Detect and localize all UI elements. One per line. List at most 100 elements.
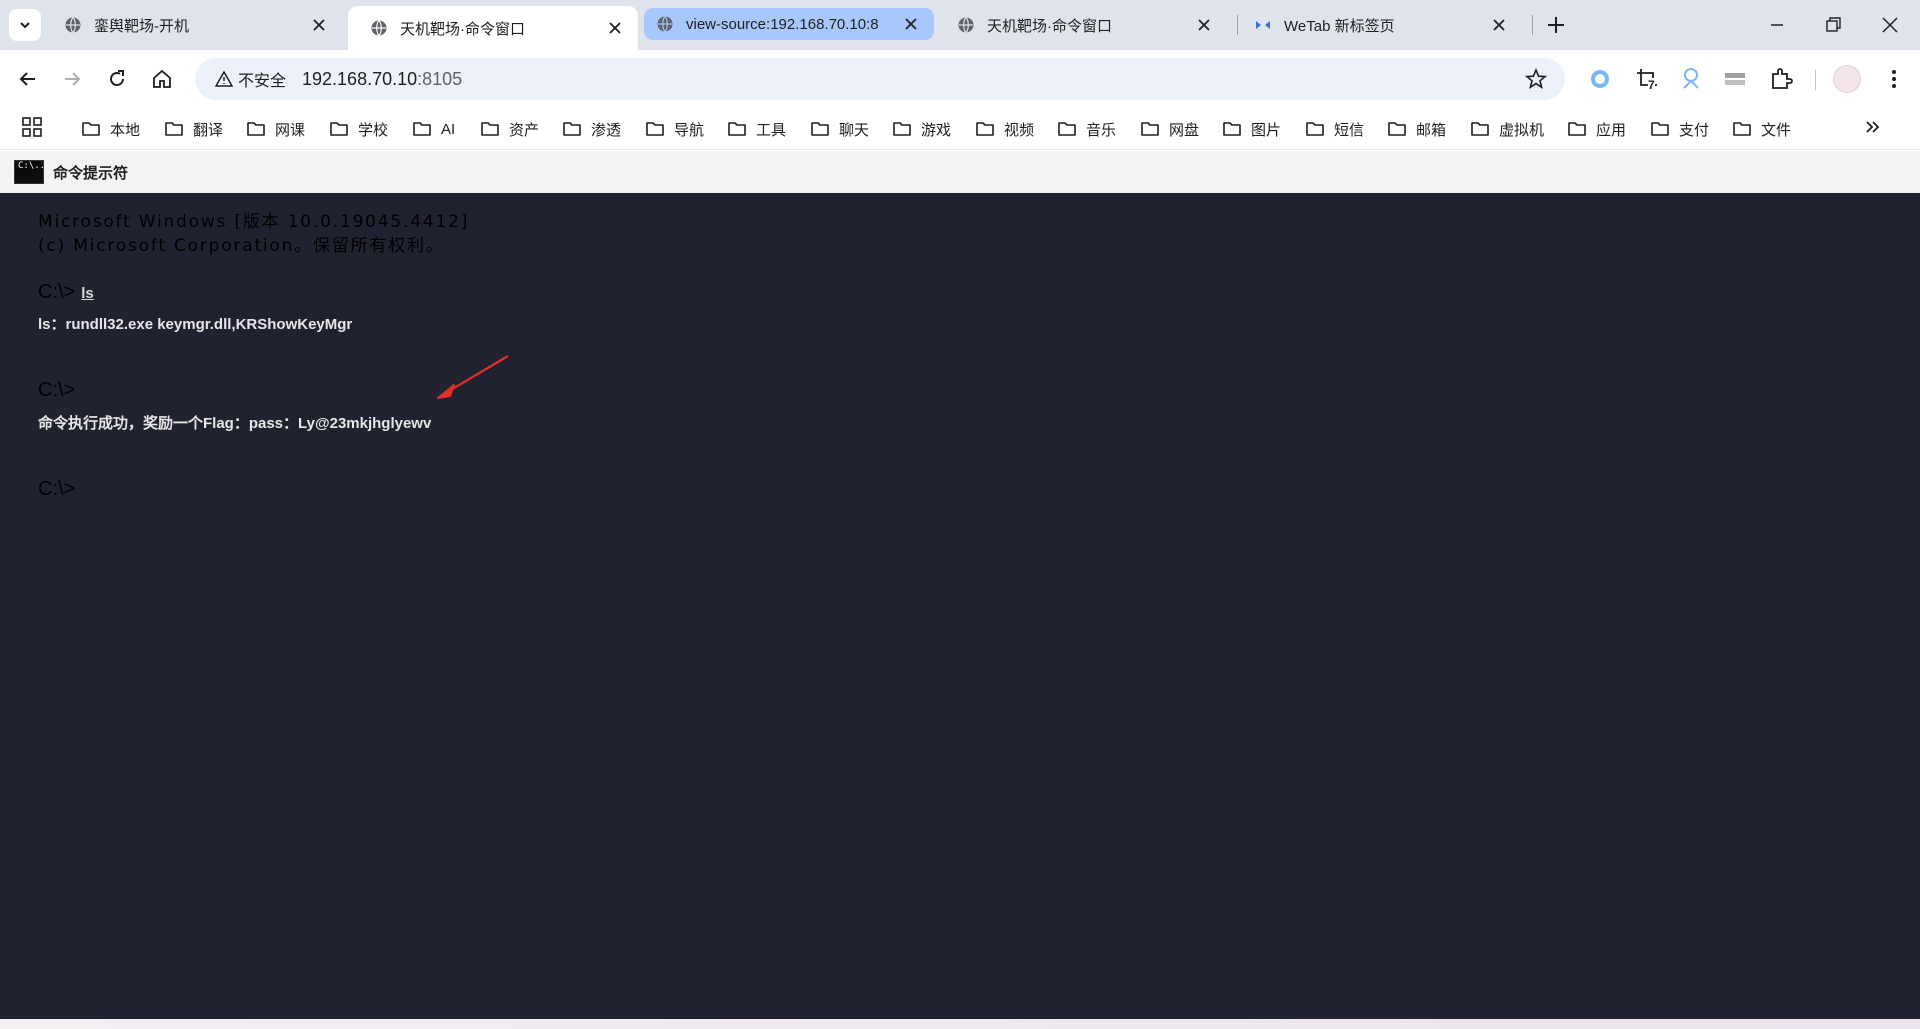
bookmark-video[interactable]: 视频 [975, 115, 1034, 143]
globe-icon [65, 17, 81, 33]
bookmark-label: 图片 [1251, 121, 1282, 139]
reload-icon[interactable] [104, 66, 130, 92]
bookmark-sms[interactable]: 短信 [1305, 115, 1364, 143]
folder-icon [646, 122, 664, 136]
bookmark-label: 翻译 [193, 121, 224, 139]
tab-3[interactable]: view-source:192.168.70.10:8 [644, 8, 934, 40]
globe-icon [371, 20, 387, 36]
bookmark-label: 短信 [1334, 121, 1365, 139]
prompt: C:\> [38, 281, 76, 303]
folder-icon [165, 122, 183, 136]
apps-grid-icon[interactable] [21, 116, 43, 138]
extensions-puzzle-icon[interactable] [1768, 66, 1794, 92]
tab-5[interactable]: WeTab 新标签页 [1232, 6, 1522, 44]
sidebar-extension-icon[interactable] [1722, 66, 1748, 92]
chevron-down-icon [20, 22, 30, 29]
screenshot-extension[interactable]: 7 [1634, 66, 1660, 92]
bookmark-vm[interactable]: 虚拟机 [1470, 115, 1544, 143]
bookmark-school[interactable]: 学校 [329, 115, 388, 143]
bookmark-star-icon[interactable] [1525, 68, 1547, 90]
tab-1[interactable]: 銮舆靶场-开机 [42, 6, 342, 44]
restore-icon[interactable] [1820, 12, 1846, 38]
bookmark-label: 虚拟机 [1499, 121, 1545, 139]
prompt-line-2: C:\> [38, 379, 75, 402]
url-text[interactable]: 192.168.70.10:8105 [302, 69, 462, 90]
tab-search-button[interactable] [9, 9, 41, 41]
translate-extension-icon[interactable] [1678, 66, 1704, 92]
bottom-edge [0, 1019, 1920, 1029]
bookmark-payment[interactable]: 支付 [1650, 115, 1709, 143]
minimize-icon[interactable] [1764, 12, 1790, 38]
folder-icon [563, 122, 581, 136]
close-icon[interactable] [902, 15, 920, 33]
tab-title: 天机靶场·命令窗口 [987, 17, 1112, 35]
folder-icon [1058, 122, 1076, 136]
folder-icon [1733, 122, 1751, 136]
folder-icon [728, 122, 746, 136]
bookmark-label: 工具 [756, 121, 787, 139]
bookmark-label: 渗透 [591, 121, 622, 139]
folder-icon [1471, 122, 1489, 136]
close-icon[interactable] [606, 19, 624, 37]
bookmark-chat[interactable]: 聊天 [810, 115, 869, 143]
globe-icon [958, 17, 974, 33]
bookmark-games[interactable]: 游戏 [892, 115, 951, 143]
bookmark-nav[interactable]: 导航 [645, 115, 704, 143]
banner-line-2: (c) Microsoft Corporation。保留所有权利。 [38, 236, 445, 256]
folder-icon [811, 122, 829, 136]
folder-icon [330, 122, 348, 136]
avatar[interactable] [1833, 65, 1861, 93]
bookmark-images[interactable]: 图片 [1222, 115, 1281, 143]
bookmark-label: 本地 [110, 121, 141, 139]
folder-icon [976, 122, 994, 136]
bookmark-translate[interactable]: 翻译 [164, 115, 223, 143]
bookmark-courses[interactable]: 网课 [246, 115, 305, 143]
bookmark-label: 资产 [509, 121, 540, 139]
tab-title: 天机靶场·命令窗口 [400, 20, 525, 38]
chevron-double-right-icon[interactable] [1862, 116, 1884, 138]
address-bar[interactable]: 不安全 192.168.70.10:8105 [195, 58, 1565, 100]
tab-title: view-source:192.168.70.10:8 [686, 15, 879, 33]
tab-4[interactable]: 天机靶场·命令窗口 [935, 6, 1227, 44]
crop-icon [1637, 69, 1657, 86]
kebab-menu-icon[interactable] [1881, 66, 1907, 92]
bookmark-label: 文件 [1761, 121, 1792, 139]
tab-2[interactable]: 天机靶场·命令窗口 [348, 6, 638, 50]
prompt: C:\> [38, 478, 76, 500]
bookmark-label: 导航 [674, 121, 705, 139]
close-icon[interactable] [1490, 16, 1508, 34]
folder-icon [82, 122, 100, 136]
command-output-1: ls：rundll32.exe keymgr.dll,KRShowKeyMgr [38, 316, 353, 333]
prompt: C:\> [38, 379, 76, 401]
new-tab-button[interactable] [1543, 12, 1569, 38]
bookmark-ai[interactable]: AI [412, 115, 455, 143]
folder-icon [481, 122, 499, 136]
bookmark-netdisk[interactable]: 网盘 [1140, 115, 1199, 143]
globe-icon [657, 16, 673, 32]
bookmark-label: 应用 [1596, 121, 1627, 139]
close-window-icon[interactable] [1877, 12, 1903, 38]
bookmark-apps[interactable]: 应用 [1567, 115, 1626, 143]
folder-icon [1141, 122, 1159, 136]
back-arrow-icon[interactable] [15, 66, 41, 92]
bookmark-music[interactable]: 音乐 [1057, 115, 1116, 143]
bookmark-tools[interactable]: 工具 [727, 115, 786, 143]
security-chip[interactable]: 不安全 [205, 64, 296, 94]
warning-icon [215, 70, 233, 87]
home-icon[interactable] [149, 66, 175, 92]
page-header: C:\.. 命令提示符 [0, 151, 1920, 193]
close-icon[interactable] [310, 16, 328, 34]
forward-arrow-icon[interactable] [59, 66, 85, 92]
bookmark-files[interactable]: 文件 [1732, 115, 1791, 143]
bookmark-pentest[interactable]: 渗透 [562, 115, 621, 143]
toolbar-divider [1815, 70, 1816, 90]
circle-extension-icon[interactable] [1587, 66, 1613, 92]
bookmark-label: 视频 [1004, 121, 1035, 139]
prompt-line-3[interactable]: C:\> [38, 478, 75, 501]
bookmark-local[interactable]: 本地 [81, 115, 140, 143]
bookmark-label: AI [441, 120, 456, 138]
bookmark-assets[interactable]: 资产 [480, 115, 539, 143]
folder-icon [1223, 122, 1241, 136]
bookmark-mail[interactable]: 邮箱 [1387, 115, 1446, 143]
close-icon[interactable] [1195, 16, 1213, 34]
